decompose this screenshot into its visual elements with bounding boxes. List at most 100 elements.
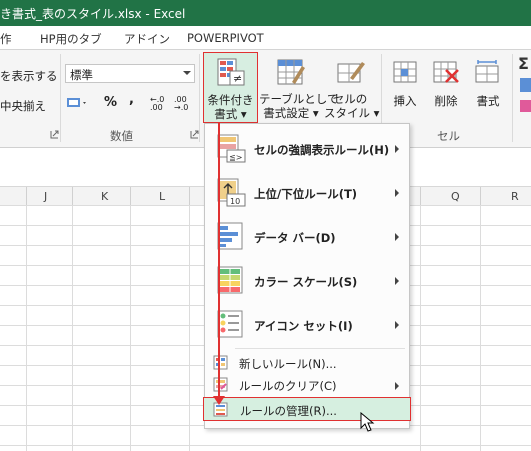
merge-center-button[interactable]: 中央揃え <box>0 98 46 114</box>
top-bottom-rules-icon: 10 <box>217 178 246 207</box>
column-header-k[interactable]: K <box>101 190 108 203</box>
format-as-table-label-2: 書式設定 ▾ <box>263 106 319 120</box>
wrap-text-button[interactable]: を表示する <box>0 68 58 84</box>
group-separator <box>60 54 61 142</box>
submenu-arrow-icon <box>395 321 399 329</box>
percent-style-button[interactable]: % <box>104 95 117 110</box>
highlight-cells-rules-icon: ≦> <box>217 134 246 163</box>
number-launcher-icon[interactable] <box>190 130 199 139</box>
cell-styles-button[interactable]: セルの スタイル ▾ <box>324 52 380 123</box>
number-group-label: 数値 <box>110 129 133 143</box>
format-as-table-button[interactable]: テーブルとして 書式設定 ▾ <box>259 52 339 123</box>
insert-cells-icon <box>393 61 417 83</box>
window-title: き書式_表のスタイル.xlsx - Excel <box>0 7 186 21</box>
column-divider <box>130 187 131 205</box>
cell-styles-label-2: スタイル ▾ <box>324 106 380 120</box>
column-header-r[interactable]: R <box>511 190 519 203</box>
submenu-arrow-icon <box>395 382 399 390</box>
delete-cells-icon <box>433 61 459 83</box>
menu-label: データ バー(D) <box>254 231 336 245</box>
format-as-table-label-1: テーブルとして <box>259 92 339 106</box>
fill-icon[interactable] <box>520 78 531 92</box>
grid-line <box>189 205 190 451</box>
clear-rules-icon <box>213 377 228 392</box>
tab-hp[interactable]: HP用のタブ <box>40 31 102 47</box>
menu-item-color-scales[interactable]: カラー スケール(S) <box>205 258 409 302</box>
conditional-formatting-button[interactable]: ≠ 条件付き 書式 ▾ <box>203 52 258 123</box>
grid-line <box>26 205 27 451</box>
conditional-formatting-menu: ≦> セルの強調表示ルール(H) 10 上位/下位ルール(T) データ バー(D… <box>203 123 411 429</box>
clear-icon[interactable] <box>520 100 531 112</box>
grid-line <box>130 205 131 451</box>
submenu-arrow-icon <box>395 189 399 197</box>
menu-item-top-bottom-rules[interactable]: 10 上位/下位ルール(T) <box>205 170 409 214</box>
annotation-arrow-head-icon <box>213 396 225 405</box>
conditional-formatting-icon: ≠ <box>217 58 245 86</box>
new-rule-icon <box>213 355 228 370</box>
tab-partial[interactable]: 作 <box>0 31 12 47</box>
menu-separator <box>235 348 405 349</box>
grid-line <box>72 205 73 451</box>
format-cells-icon <box>475 60 499 83</box>
cell-styles-icon <box>337 62 365 83</box>
column-divider <box>26 187 27 205</box>
tab-addins[interactable]: アドイン <box>124 31 170 47</box>
grid-line <box>480 205 481 451</box>
cell-styles-label-1: セルの <box>332 92 368 106</box>
column-divider <box>189 187 190 205</box>
increase-decimal-button[interactable]: ←.0 .00 <box>150 96 170 112</box>
ribbon-tabs: 作 HP用のタブ アドイン POWERPIVOT <box>0 26 531 50</box>
menu-label: アイコン セット(I) <box>254 319 353 333</box>
menu-item-clear-rules[interactable]: ルールのクリア(C) <box>205 374 409 396</box>
currency-format-icon[interactable] <box>66 95 88 111</box>
delete-button[interactable]: 削除 <box>427 52 465 123</box>
format-label: 書式 <box>476 94 500 108</box>
mouse-cursor-icon <box>360 412 375 432</box>
format-button[interactable]: 書式 <box>470 52 506 123</box>
menu-item-highlight-cells-rules[interactable]: ≦> セルの強調表示ルール(H) <box>205 126 409 170</box>
submenu-arrow-icon <box>395 277 399 285</box>
number-format-dropdown[interactable]: 標準 <box>65 64 195 83</box>
insert-button[interactable]: 挿入 <box>387 52 423 123</box>
decrease-decimal-button[interactable]: .00 →.0 <box>174 96 194 112</box>
menu-label: 上位/下位ルール(T) <box>254 187 358 201</box>
delete-label: 削除 <box>434 94 458 108</box>
tab-powerpivot[interactable]: POWERPIVOT <box>187 31 264 45</box>
column-header-j[interactable]: J <box>44 190 47 203</box>
comma-style-button[interactable]: , <box>129 92 134 107</box>
cells-group-label: セル <box>437 129 460 143</box>
menu-item-new-rule[interactable]: 新しいルール(N)... <box>205 352 409 374</box>
svg-text:≦>: ≦> <box>229 153 242 162</box>
svg-text:≠: ≠ <box>233 72 242 85</box>
autosum-icon[interactable]: Σ <box>518 54 529 73</box>
chevron-down-icon <box>183 71 191 75</box>
column-divider <box>72 187 73 205</box>
menu-label: カラー スケール(S) <box>254 275 358 289</box>
menu-item-icon-sets[interactable]: アイコン セット(I) <box>205 302 409 346</box>
menu-label: ルールのクリア(C) <box>239 379 337 393</box>
menu-item-data-bars[interactable]: データ バー(D) <box>205 214 409 258</box>
number-format-value: 標準 <box>70 68 93 82</box>
group-separator <box>199 54 200 142</box>
conditional-formatting-label-1: 条件付き <box>207 93 254 107</box>
svg-text:10: 10 <box>230 197 240 206</box>
annotation-arrow-line <box>218 122 220 397</box>
submenu-arrow-icon <box>395 233 399 241</box>
menu-label: ルールの管理(R)... <box>240 404 337 418</box>
data-bars-icon <box>217 222 243 250</box>
column-header-l[interactable]: L <box>159 190 165 203</box>
column-divider <box>480 187 481 205</box>
menu-label: 新しいルール(N)... <box>239 357 337 371</box>
group-separator <box>512 54 513 142</box>
color-scales-icon <box>217 266 243 294</box>
menu-label: セルの強調表示ルール(H) <box>254 143 390 157</box>
menu-item-manage-rules[interactable]: ルールの管理(R)... <box>203 397 411 421</box>
column-header-q[interactable]: Q <box>451 190 460 203</box>
grid-line <box>420 205 421 451</box>
title-bar: き書式_表のスタイル.xlsx - Excel <box>0 0 531 26</box>
icon-sets-icon <box>217 310 243 338</box>
insert-label: 挿入 <box>393 94 417 108</box>
alignment-launcher-icon[interactable] <box>50 130 59 139</box>
format-as-table-icon <box>277 59 305 85</box>
submenu-arrow-icon <box>395 145 399 153</box>
